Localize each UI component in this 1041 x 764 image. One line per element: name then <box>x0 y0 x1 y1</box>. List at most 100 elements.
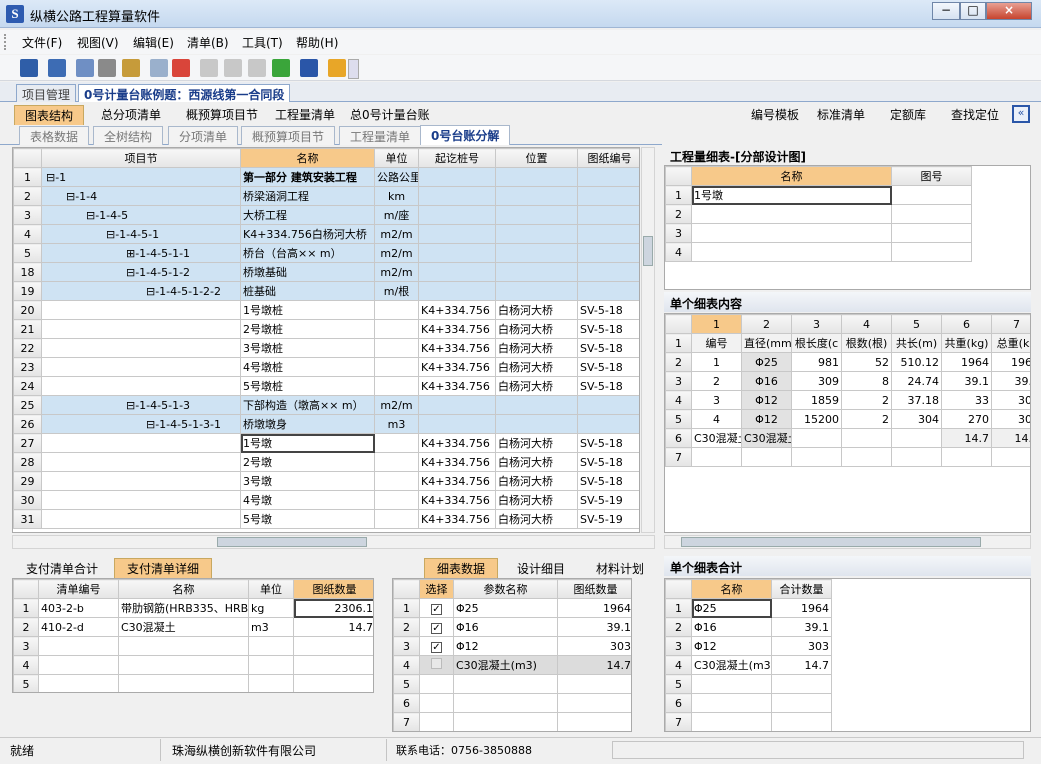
total-qty[interactable] <box>771 674 832 694</box>
table-row[interactable]: 5 <box>13 674 373 692</box>
cell-drawing-no[interactable]: SV-5-18 <box>577 357 639 377</box>
form-icon[interactable] <box>48 59 66 77</box>
move-right-icon[interactable] <box>224 59 242 77</box>
detail-cell[interactable]: 303 <box>991 390 1030 410</box>
main-tree-grid[interactable]: 项目节 名称 单位 起讫桩号 位置 图纸编号 1 ⊟-1 第一部分 建筑安装工程 公路… <box>13 148 639 529</box>
table-row[interactable]: 1 403-2-b 带肋钢筋(HRB335、HRB4 kg 2306.1 <box>13 598 373 618</box>
cell-position[interactable]: 白杨河大桥 <box>495 490 578 510</box>
param-qty[interactable] <box>557 674 631 694</box>
table-row[interactable]: 21Φ2598152510.1219641964 <box>665 352 1030 372</box>
detail-cell[interactable]: 24.74 <box>891 371 942 391</box>
cell-position[interactable] <box>495 224 578 244</box>
detail-cell[interactable]: Φ25 <box>741 352 792 372</box>
cell-stake[interactable]: K4+334.756 <box>418 471 496 491</box>
cell-name[interactable]: 2号墩桩 <box>240 319 375 339</box>
payment-cell[interactable] <box>248 655 294 675</box>
table-row[interactable]: 7 <box>665 447 1030 467</box>
param-qty[interactable] <box>557 712 631 731</box>
payment-cell[interactable]: 带肋钢筋(HRB335、HRB4 <box>118 598 249 618</box>
detail-cell[interactable]: Φ16 <box>741 371 792 391</box>
nav-code-template[interactable]: 编号模板 <box>751 106 799 123</box>
tree-node[interactable]: ⊟-1-4-5-1-2-2 <box>41 281 241 301</box>
table-row[interactable]: 2 Φ16 39.1 <box>665 617 832 637</box>
detail-cell[interactable]: 3 <box>691 390 742 410</box>
cell-stake[interactable] <box>418 243 496 263</box>
cell-position[interactable]: 白杨河大桥 <box>495 338 578 358</box>
cell-name[interactable]: 4号墩 <box>240 490 375 510</box>
col-number-header[interactable]: 1 <box>691 314 742 334</box>
detail-cell[interactable]: 直径(mm) <box>741 333 792 353</box>
col-number-header[interactable]: 6 <box>941 314 992 334</box>
row-number[interactable]: 27 <box>13 433 42 453</box>
payment-cell[interactable]: m3 <box>248 617 294 637</box>
cell-stake[interactable]: K4+334.756 <box>418 300 496 320</box>
detail-hscroll-thumb[interactable] <box>681 537 981 547</box>
detail-cell[interactable]: 1964 <box>941 352 992 372</box>
cell-unit[interactable]: m2/m <box>374 243 419 263</box>
cell-position[interactable] <box>495 262 578 282</box>
cell-stake[interactable]: K4+334.756 <box>418 509 496 529</box>
detail-cell[interactable]: 15200 <box>791 409 842 429</box>
payment-cell[interactable]: C30混凝土 <box>118 617 249 637</box>
detail-cell[interactable]: C30混凝土( <box>691 428 742 448</box>
cell-drawing-no[interactable] <box>577 262 639 282</box>
payment-cell[interactable]: 14.7 <box>293 617 373 637</box>
table-row[interactable]: 4 C30混凝土(m3) 14.7 <box>393 655 631 675</box>
cell-position[interactable]: 白杨河大桥 <box>495 433 578 453</box>
col-header-total-qty[interactable]: 合计数量 <box>771 579 832 599</box>
cell-drawing-no[interactable] <box>577 395 639 415</box>
cell-unit[interactable]: m3 <box>374 414 419 434</box>
payment-cell[interactable] <box>118 674 249 692</box>
cell-name[interactable]: 下部构造（墩高×× m） <box>240 395 375 415</box>
detail-cell[interactable]: 304 <box>891 409 942 429</box>
param-name[interactable] <box>453 693 558 713</box>
detail-cell[interactable]: Φ12 <box>741 409 792 429</box>
col-number-header[interactable]: 3 <box>791 314 842 334</box>
detail-cell[interactable] <box>791 447 842 467</box>
payment-cell[interactable] <box>38 655 119 675</box>
total-qty[interactable] <box>771 712 832 731</box>
cell-unit[interactable]: m/座 <box>374 205 419 225</box>
save-icon[interactable] <box>20 59 38 77</box>
cell-drawing-no[interactable] <box>577 281 639 301</box>
cell-unit[interactable]: m/根 <box>374 281 419 301</box>
cell-figure-no[interactable] <box>891 204 972 224</box>
cell-stake[interactable]: K4+334.756 <box>418 490 496 510</box>
payment-cell[interactable] <box>293 674 373 692</box>
table-row[interactable]: 32Φ16309824.7439.139.1 <box>665 371 1030 391</box>
cell-position[interactable] <box>495 167 578 187</box>
total-qty[interactable]: 303 <box>771 636 832 656</box>
cell-stake[interactable]: K4+334.756 <box>418 376 496 396</box>
col-header-figure-no[interactable]: 图号 <box>891 166 972 186</box>
cell-name[interactable]: 桥梁涵洞工程 <box>240 186 375 206</box>
detail-cell[interactable] <box>841 447 892 467</box>
tab-detail-data[interactable]: 细表数据 <box>424 558 499 579</box>
nav-quota-library[interactable]: 定额库 <box>890 106 926 123</box>
tree-node[interactable] <box>41 300 241 320</box>
detail-cell[interactable]: 总重(kg <box>991 333 1030 353</box>
nav-total-ledger[interactable]: 总0号计量台账 <box>350 106 430 123</box>
row-number[interactable]: 5 <box>13 243 42 263</box>
detail-cell[interactable]: 1964 <box>991 352 1030 372</box>
tree-node[interactable] <box>41 319 241 339</box>
col-header-payment-name[interactable]: 名称 <box>118 579 249 599</box>
table-row[interactable]: 4 ⊟-1-4-5-1 K4+334.756白杨河大桥 m2/m <box>13 224 639 244</box>
col-header-payment-unit[interactable]: 单位 <box>248 579 294 599</box>
tree-node[interactable] <box>41 452 241 472</box>
detail-cell[interactable]: 510.12 <box>891 352 942 372</box>
subtab-item-list[interactable]: 分项清单 <box>168 126 239 145</box>
scroll-thumb[interactable] <box>643 236 653 266</box>
payment-cell[interactable] <box>38 674 119 692</box>
payment-cell[interactable] <box>248 674 294 692</box>
main-vertical-scrollbar[interactable] <box>641 147 655 533</box>
detail-cell[interactable] <box>791 428 842 448</box>
table-row[interactable]: 3 ✓ Φ12 303 <box>393 636 631 656</box>
cell-name[interactable]: 5号墩 <box>240 509 375 529</box>
row-number[interactable]: 4 <box>13 224 42 244</box>
detail-cell[interactable]: 39.1 <box>941 371 992 391</box>
row-number[interactable]: 25 <box>13 395 42 415</box>
cell-figure-no[interactable] <box>891 185 972 205</box>
nav-quantity-list[interactable]: 工程量清单 <box>275 106 335 123</box>
cell-unit[interactable]: m2/m <box>374 224 419 244</box>
detail-cell[interactable]: 根数(根) <box>841 333 892 353</box>
